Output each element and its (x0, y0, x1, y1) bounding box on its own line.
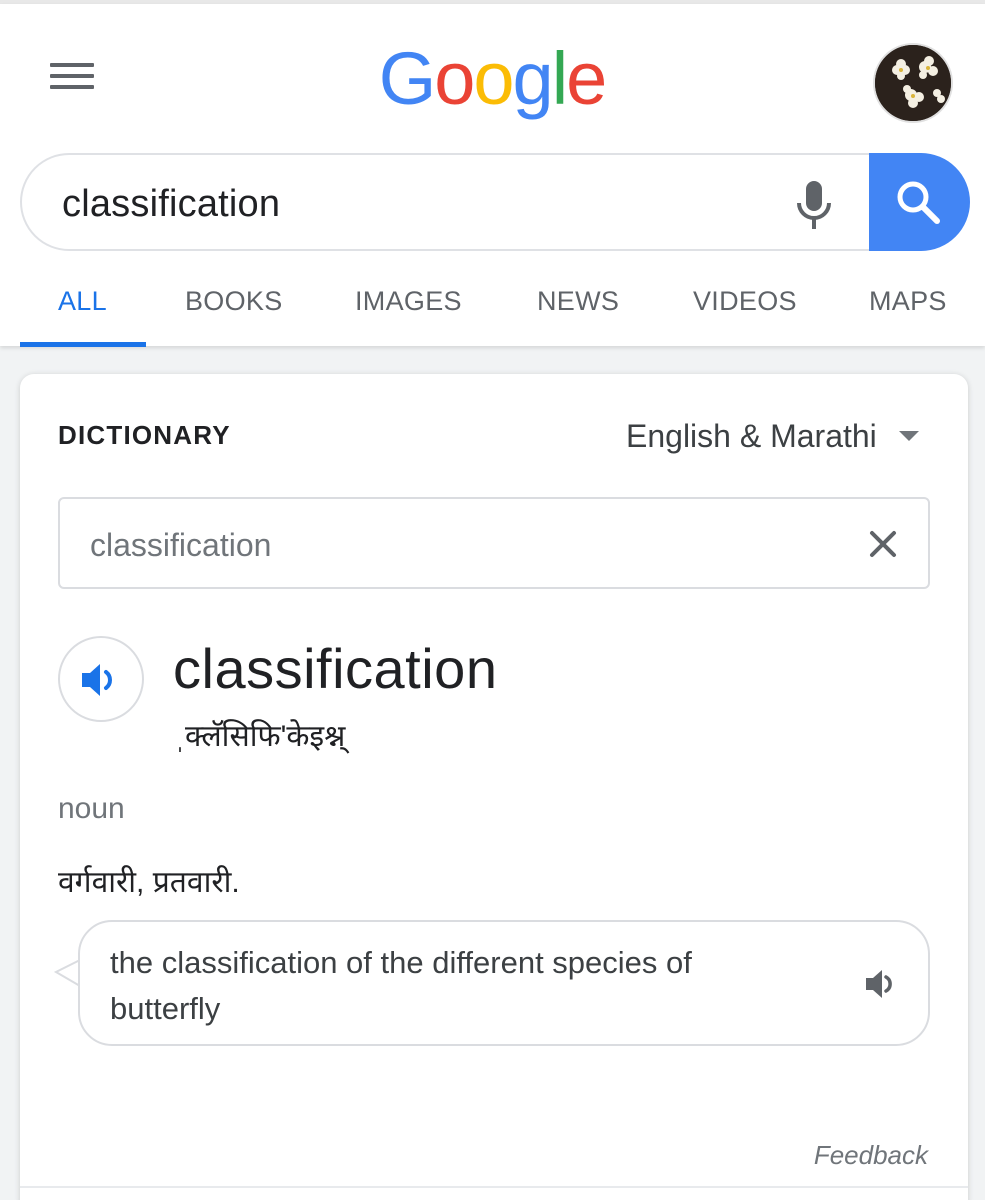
example-sentence: the classification of the different spec… (110, 945, 692, 1026)
flower-photo-icon (875, 45, 951, 121)
profile-avatar[interactable] (873, 43, 953, 123)
speaker-icon[interactable] (864, 968, 900, 1000)
svg-text:Google: Google (380, 37, 605, 120)
logo-letter: g (513, 37, 552, 120)
dictionary-card: DICTIONARY English & Marathi classificat… (20, 374, 968, 1200)
google-logo[interactable]: Google (380, 34, 605, 124)
definition: वर्गवारी, प्रतवारी. (58, 866, 240, 899)
speaker-icon (82, 664, 112, 696)
search-input[interactable]: classification (62, 183, 280, 226)
search-box[interactable]: classification (20, 153, 970, 251)
tab-all[interactable]: ALL (58, 286, 107, 317)
card-divider (20, 1186, 968, 1188)
example-bubble: the classification of the different spec… (78, 920, 930, 1046)
active-tab-indicator (20, 342, 146, 347)
search-tabs: ALL BOOKS IMAGES NEWS VIDEOS MAPS (0, 272, 985, 347)
language-dropdown[interactable]: English & Marathi (626, 414, 919, 458)
pronunciation-button[interactable] (58, 636, 144, 722)
logo-letter: o (434, 37, 473, 120)
tab-news[interactable]: NEWS (537, 286, 619, 317)
language-label: English & Marathi (626, 417, 877, 454)
hamburger-menu-icon[interactable] (50, 60, 94, 94)
dictionary-label: DICTIONARY (58, 420, 231, 450)
search-header: Google classification ALL BOOKS IMAGES N… (0, 4, 985, 347)
search-button[interactable] (869, 153, 970, 251)
dictionary-input-value[interactable]: classification (90, 527, 271, 564)
microphone-icon[interactable] (794, 179, 834, 231)
feedback-link[interactable]: Feedback (814, 1140, 928, 1171)
headword: classification (173, 637, 498, 700)
close-icon[interactable] (868, 529, 898, 559)
logo-letter: e (566, 37, 605, 120)
logo-letter: o (473, 37, 512, 120)
dictionary-search-field[interactable]: classification (58, 497, 930, 589)
dropdown-caret-icon (898, 431, 919, 441)
tab-videos[interactable]: VIDEOS (693, 286, 797, 317)
search-icon (897, 181, 940, 224)
tab-maps[interactable]: MAPS (869, 286, 947, 317)
part-of-speech: noun (58, 792, 125, 825)
logo-letter: G (380, 37, 434, 120)
tab-images[interactable]: IMAGES (355, 286, 462, 317)
logo-letter: l (552, 37, 566, 120)
tab-books[interactable]: BOOKS (185, 286, 283, 317)
phonetic-spelling: ˌक्लॅसिफि'केइश्न् (175, 720, 346, 753)
